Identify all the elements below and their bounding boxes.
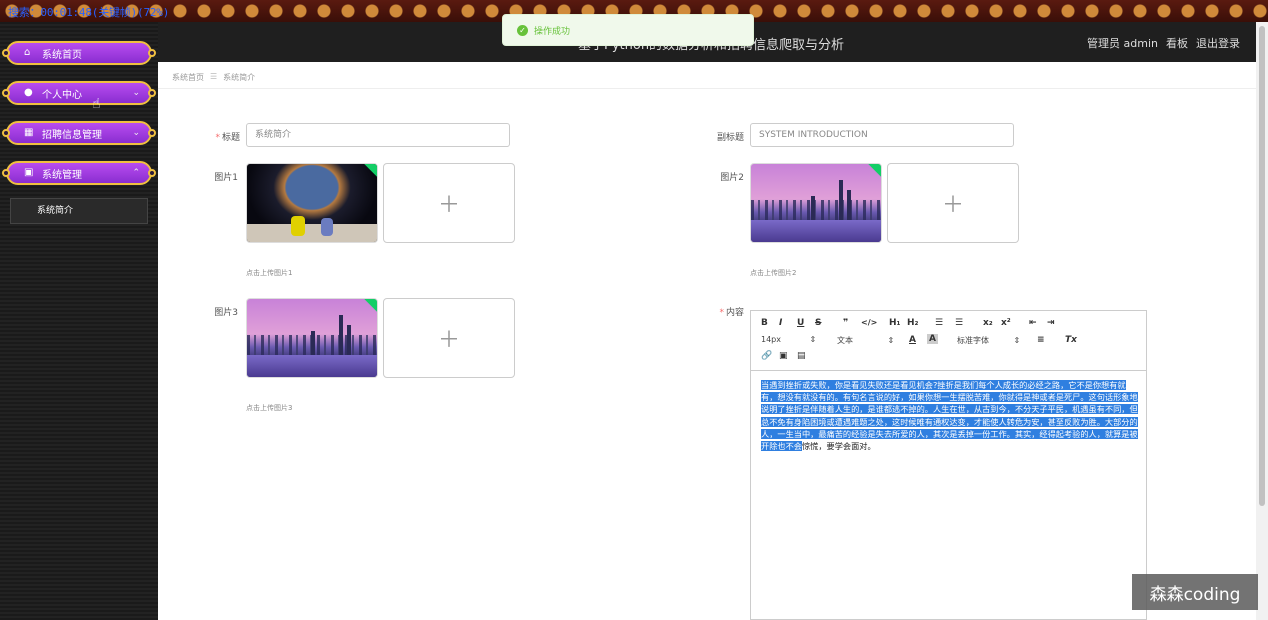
check-circle-icon: ✓ xyxy=(517,24,528,36)
decorative-knob xyxy=(2,169,10,177)
sidebar-item-personal-center[interactable]: ● 个人中心 ⌄ xyxy=(2,81,156,105)
decorative-knob xyxy=(148,49,156,57)
subtitle-label: 副标题 xyxy=(716,133,744,143)
clear-format-button[interactable]: Tx xyxy=(1065,335,1077,345)
logout-link[interactable]: 退出登录 xyxy=(1196,35,1240,51)
sidebar-item-job-management[interactable]: ▦ 招聘信息管理 ⌄ xyxy=(2,121,156,145)
unselected-text: 惊慌，要学会面对。 xyxy=(801,441,876,452)
sidebar-item-label: 系统首页 xyxy=(42,49,82,61)
rich-text-editor[interactable]: B I U S ❞ </> H₁ H₂ ☰ ☰ x₂ x² ⇤ ⇥ 14px ⇕… xyxy=(750,310,1147,620)
superscript-button[interactable]: x² xyxy=(1001,318,1011,328)
strikethrough-button[interactable]: S xyxy=(815,318,821,328)
image2-thumbnail[interactable] xyxy=(750,163,882,243)
title-label: * 标题 xyxy=(215,133,240,143)
home-icon: ⌂ xyxy=(24,47,31,58)
breadcrumb-home[interactable]: 系统首页 xyxy=(172,72,204,83)
sidebar-item-label: 招聘信息管理 xyxy=(42,129,102,141)
ordered-list-button[interactable]: ☰ xyxy=(935,318,943,328)
breadcrumb-separator: ☰ xyxy=(210,72,218,81)
font-size-select[interactable]: 14px ⇕ xyxy=(761,335,816,344)
image3-hint: 点击上传图片3 xyxy=(246,404,293,412)
decorative-knob xyxy=(2,129,10,137)
subtitle-input[interactable]: SYSTEM INTRODUCTION xyxy=(750,123,1014,147)
watermark: 森森coding xyxy=(1132,574,1258,610)
font-family-select[interactable]: 标准字体 ⇕ xyxy=(957,335,1020,346)
user-icon: ● xyxy=(24,87,33,98)
plus-icon: ＋ xyxy=(437,328,460,353)
chevron-down-icon: ⌄ xyxy=(132,128,140,138)
chevron-down-icon: ⌄ xyxy=(132,88,140,98)
title-input[interactable]: 系统简介 xyxy=(246,123,510,147)
chevron-up-icon: ⌃ xyxy=(132,168,140,178)
bullet-list-button[interactable]: ☰ xyxy=(955,318,963,328)
plus-icon: ＋ xyxy=(437,193,460,218)
font-color-button[interactable]: A xyxy=(909,335,916,345)
content-label: * 内容 xyxy=(719,308,744,318)
search-status-text: 搜索：00:01:48(关键帧)(72%) xyxy=(8,6,170,19)
italic-button[interactable]: I xyxy=(779,318,782,328)
image1-hint: 点击上传图片1 xyxy=(246,269,293,277)
image2-upload-button[interactable]: ＋ xyxy=(887,163,1019,243)
image1-thumbnail[interactable] xyxy=(246,163,378,243)
image3-upload-button[interactable]: ＋ xyxy=(383,298,515,378)
subscript-button[interactable]: x₂ xyxy=(983,318,993,328)
success-badge-icon xyxy=(364,299,377,312)
decorative-knob xyxy=(2,89,10,97)
underline-button[interactable]: U xyxy=(797,318,804,328)
outdent-button[interactable]: ⇤ xyxy=(1029,318,1037,328)
image3-label: 图片3 xyxy=(214,308,238,318)
sidebar-item-system-management[interactable]: ▣ 系统管理 ⌃ xyxy=(2,161,156,185)
decorative-knob xyxy=(2,49,10,57)
sidebar: ⌂ 系统首页 ● 个人中心 ⌄ ▦ 招聘信息管理 ⌄ ▣ 系统管理 ⌃ 系统简介 xyxy=(0,22,158,620)
text-style-select[interactable]: 文本 ⇕ xyxy=(837,335,894,346)
image1-label: 图片1 xyxy=(214,173,238,183)
success-badge-icon xyxy=(364,164,377,177)
bold-button[interactable]: B xyxy=(761,318,768,328)
page-scrollbar[interactable] xyxy=(1256,22,1268,620)
image2-label: 图片2 xyxy=(720,173,744,183)
h1-button[interactable]: H₁ xyxy=(889,318,900,328)
mouse-cursor-icon: ☝ xyxy=(92,96,101,112)
quote-button[interactable]: ❞ xyxy=(843,318,848,328)
decorative-knob xyxy=(148,89,156,97)
align-button[interactable]: ≡ xyxy=(1037,335,1045,345)
scrollbar-thumb[interactable] xyxy=(1259,26,1265,506)
main-content: 系统首页 ☰ 系统简介 * 标题 系统简介 副标题 SYSTEM INTRODUC… xyxy=(158,62,1256,620)
image-icon[interactable]: ▣ xyxy=(779,351,788,361)
grid-icon: ▦ xyxy=(24,127,34,138)
success-toast: ✓ 操作成功 xyxy=(502,14,754,46)
sidebar-item-label: 系统管理 xyxy=(42,169,82,181)
editor-toolbar: B I U S ❞ </> H₁ H₂ ☰ ☰ x₂ x² ⇤ ⇥ 14px ⇕… xyxy=(751,311,1146,371)
image2-hint: 点击上传图片2 xyxy=(750,269,797,277)
editor-content[interactable]: 当遇到挫折或失败，你是看见失败还是看见机会?挫折是我们每个人成长的必经之路，它不… xyxy=(761,379,1141,452)
image3-thumbnail[interactable] xyxy=(246,298,378,378)
plus-icon: ＋ xyxy=(941,193,964,218)
link-icon[interactable]: 🔗 xyxy=(761,351,772,361)
h2-button[interactable]: H₂ xyxy=(907,318,918,328)
decorative-knob xyxy=(148,169,156,177)
header-user-area: 管理员 admin 看板 退出登录 xyxy=(1087,35,1240,51)
user-name: 管理员 admin xyxy=(1087,37,1158,50)
sidebar-item-label: 个人中心 xyxy=(42,89,82,101)
breadcrumb: 系统首页 ☰ 系统简介 xyxy=(172,72,255,83)
sidebar-item-home[interactable]: ⌂ 系统首页 xyxy=(2,41,156,65)
code-button[interactable]: </> xyxy=(861,318,877,327)
sidebar-subitem-system-intro[interactable]: 系统简介 xyxy=(10,198,148,224)
toast-message: 操作成功 xyxy=(534,26,571,37)
dashboard-link[interactable]: 看板 xyxy=(1166,35,1188,51)
success-badge-icon xyxy=(868,164,881,177)
video-icon[interactable]: ▤ xyxy=(797,351,806,361)
indent-button[interactable]: ⇥ xyxy=(1047,318,1055,328)
image1-upload-button[interactable]: ＋ xyxy=(383,163,515,243)
breadcrumb-current: 系统简介 xyxy=(223,73,256,82)
divider xyxy=(158,88,1256,89)
settings-icon: ▣ xyxy=(24,167,34,178)
background-color-button[interactable]: A xyxy=(927,334,938,344)
decorative-knob xyxy=(148,129,156,137)
